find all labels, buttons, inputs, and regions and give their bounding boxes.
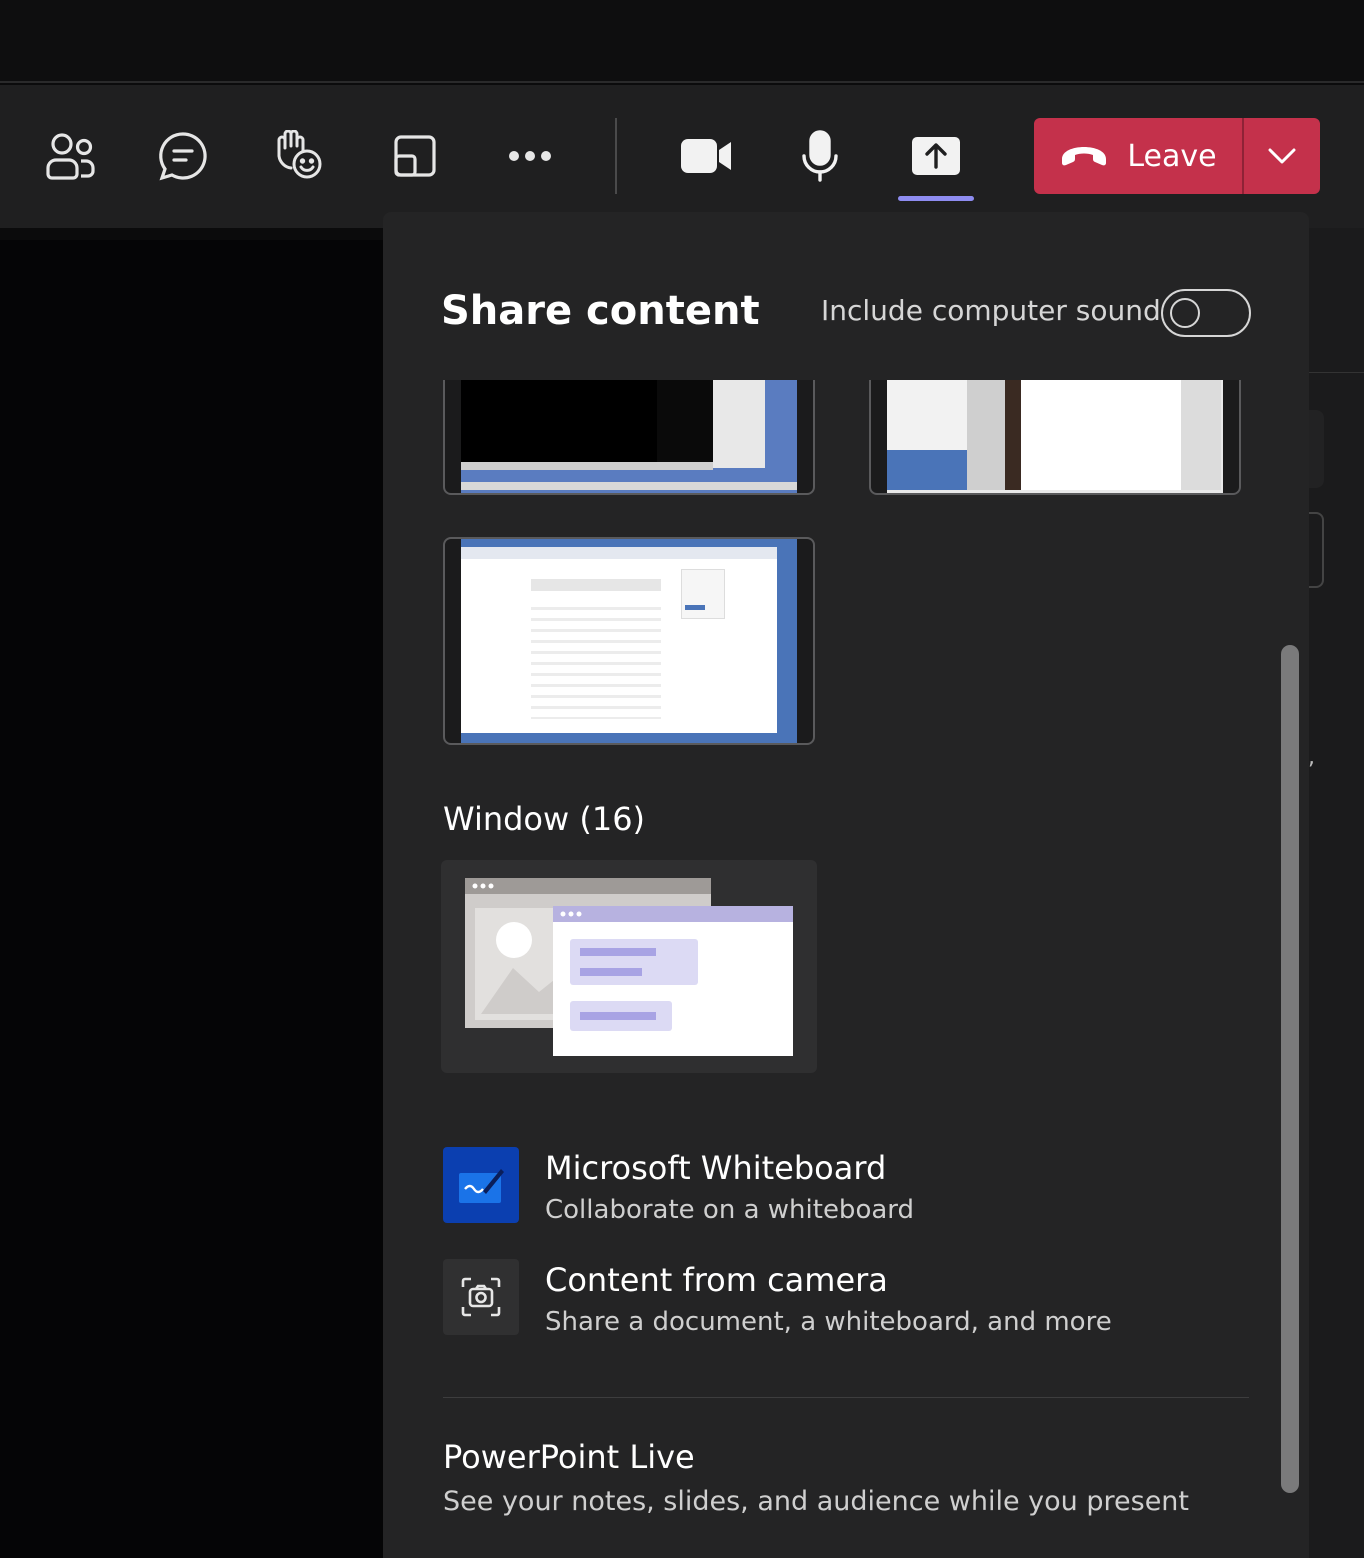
include-sound-toggle[interactable] [1161, 289, 1251, 337]
whiteboard-subtitle: Collaborate on a whiteboard [545, 1195, 915, 1225]
screen-thumbnail-3[interactable] [443, 537, 815, 745]
whiteboard-icon [443, 1147, 519, 1223]
chevron-down-icon [1268, 148, 1296, 164]
powerpoint-live-title[interactable]: PowerPoint Live [443, 1438, 695, 1476]
leave-button-group: Leave [1034, 118, 1320, 194]
share-button[interactable] [898, 118, 974, 194]
screen-thumbnail-1[interactable] [443, 380, 815, 495]
side-panel-divider [1309, 372, 1364, 373]
window-illustration-icon [465, 878, 793, 1056]
panel-title: Share content [441, 288, 760, 334]
side-panel-text-fragment: , [1308, 745, 1315, 770]
people-button[interactable] [32, 118, 108, 194]
more-button[interactable] [492, 118, 568, 194]
share-icon [912, 137, 960, 175]
mic-icon [802, 130, 838, 182]
toggle-knob [1170, 298, 1200, 328]
window-share-card[interactable] [441, 860, 817, 1073]
react-icon [277, 130, 322, 179]
section-divider [443, 1397, 1249, 1398]
window-title-bar [0, 0, 1364, 83]
meeting-stage [0, 240, 383, 1558]
leave-button[interactable]: Leave [1034, 118, 1242, 194]
react-button[interactable] [261, 118, 337, 194]
camera-content-option[interactable]: Content from camera Share a document, a … [443, 1259, 1112, 1337]
hang-up-icon [1062, 147, 1107, 166]
chat-button[interactable] [145, 118, 221, 194]
screen-thumbnail-2[interactable] [869, 380, 1241, 495]
include-sound-label: Include computer sound [821, 294, 1161, 327]
leave-label: Leave [1127, 138, 1217, 174]
view-icon [394, 135, 436, 177]
people-icon [46, 133, 95, 180]
panel-scrollbar[interactable] [1281, 645, 1299, 1493]
window-section-heading: Window (16) [443, 800, 646, 838]
mic-button[interactable] [782, 118, 858, 194]
share-active-indicator [898, 196, 974, 201]
more-icon [509, 151, 551, 161]
camera-button[interactable] [668, 118, 744, 194]
camera-icon [681, 139, 731, 173]
whiteboard-title: Microsoft Whiteboard [545, 1149, 887, 1187]
toolbar-separator [615, 118, 617, 194]
share-content-panel: Share content Include computer sound Win… [383, 212, 1309, 1558]
powerpoint-live-subtitle: See your notes, slides, and audience whi… [443, 1486, 1190, 1517]
leave-options-button[interactable] [1244, 118, 1320, 194]
camera-content-title: Content from camera [545, 1261, 888, 1299]
whiteboard-option[interactable]: Microsoft Whiteboard Collaborate on a wh… [443, 1147, 914, 1225]
camera-content-subtitle: Share a document, a whiteboard, and more [545, 1307, 1112, 1337]
camera-content-icon [443, 1259, 519, 1335]
chat-icon [159, 132, 207, 181]
view-button[interactable] [377, 118, 453, 194]
